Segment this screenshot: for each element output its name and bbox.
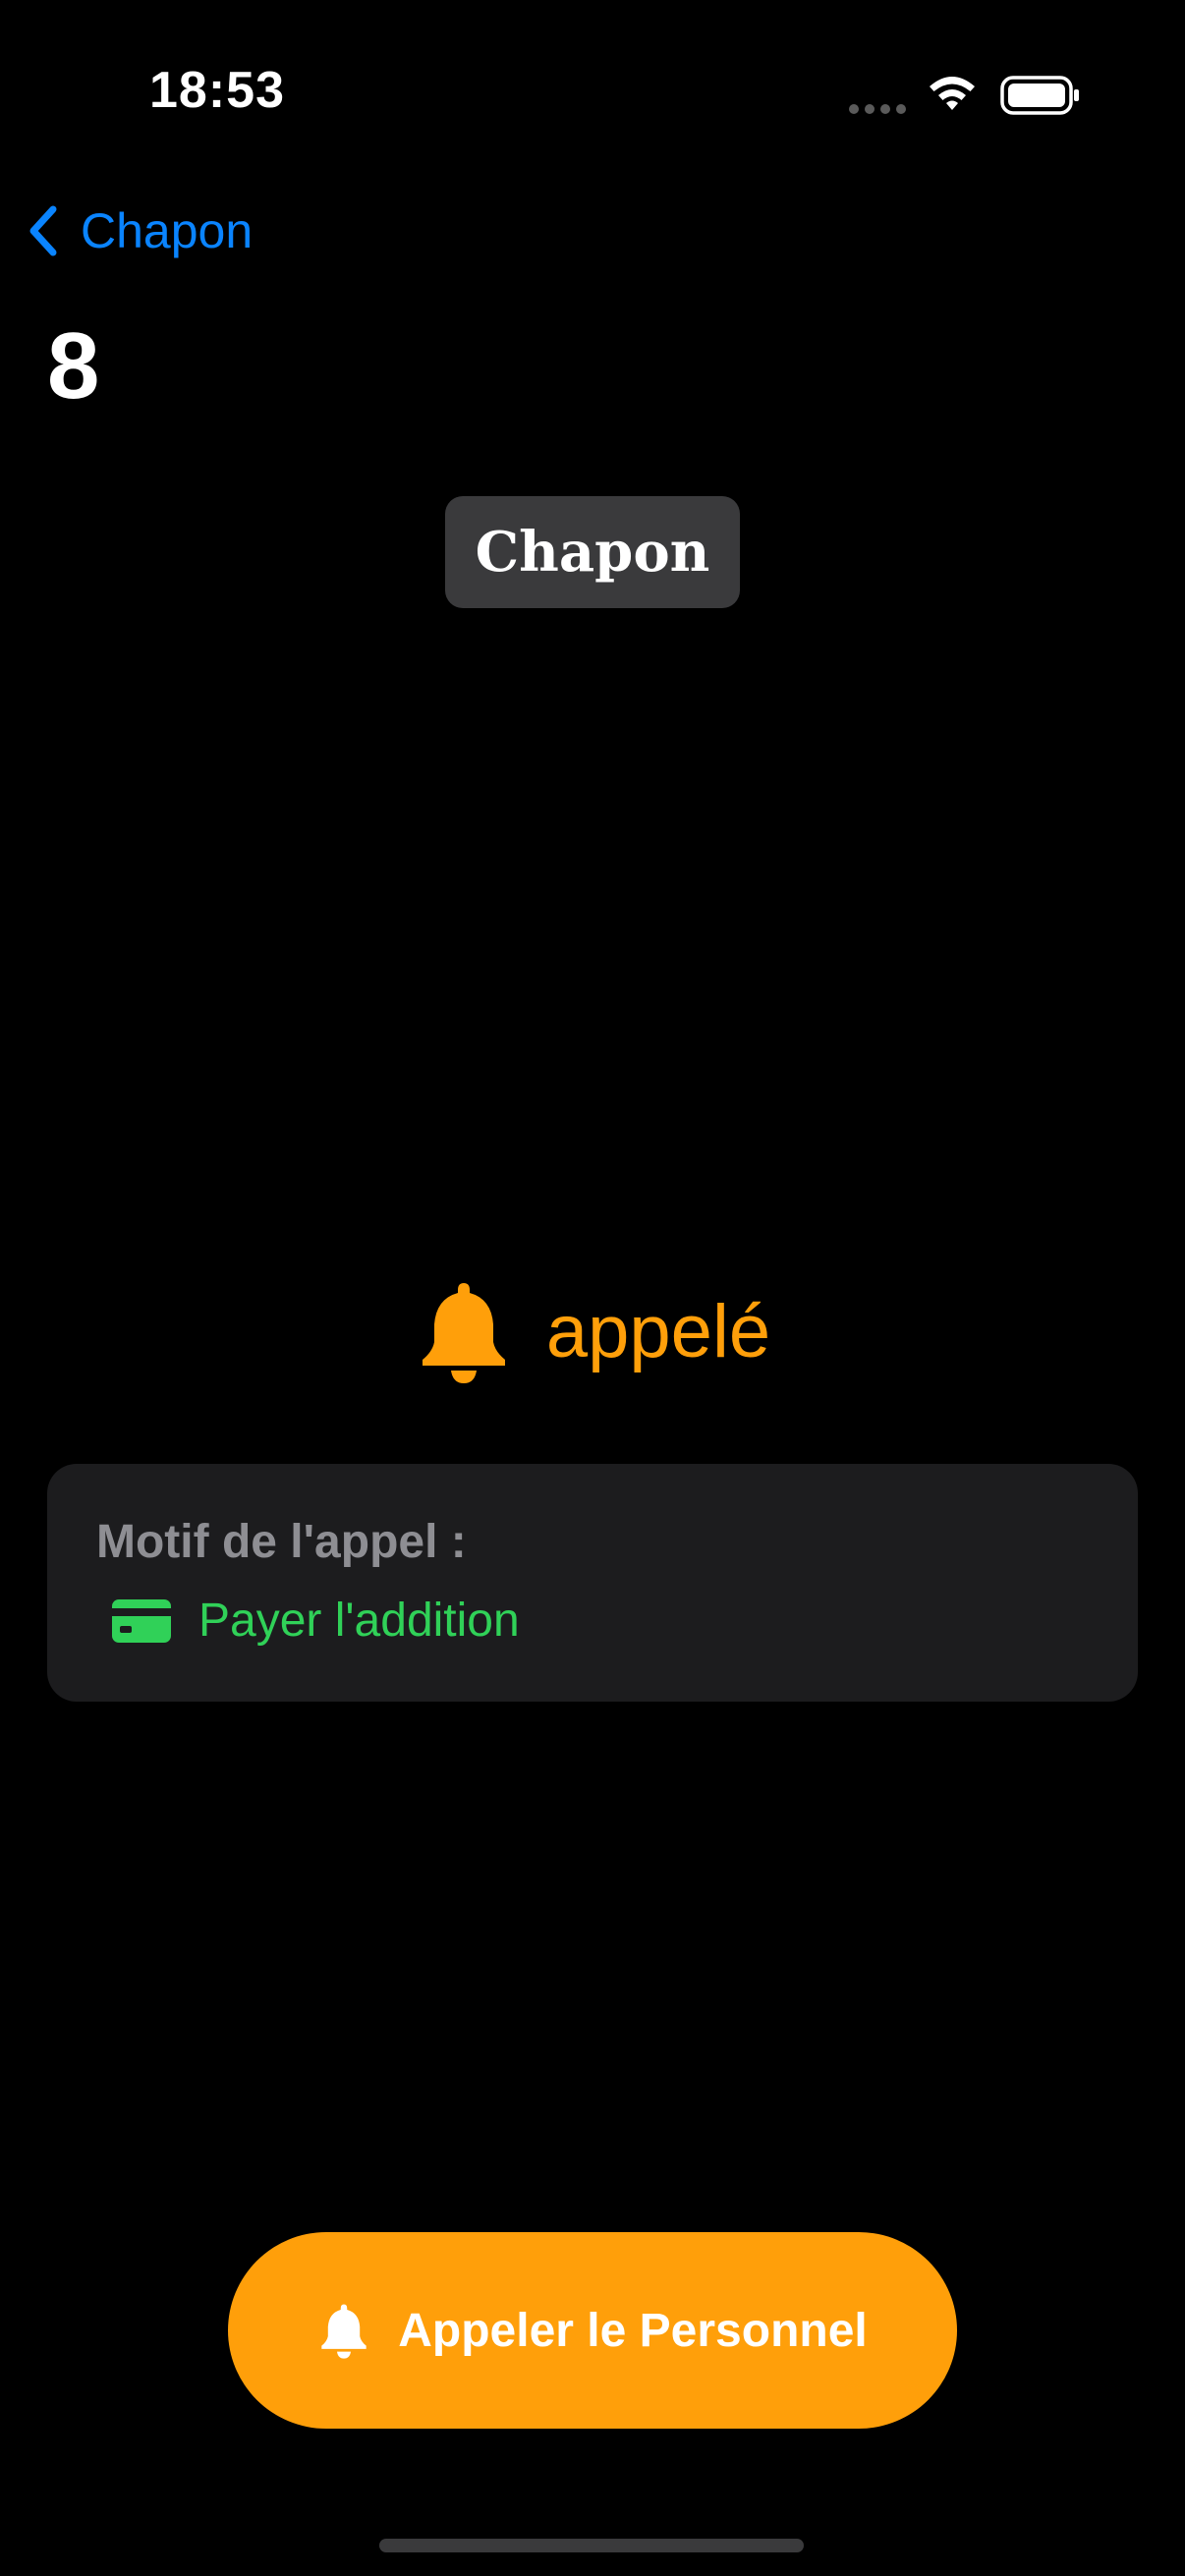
page-title: 8 — [47, 313, 100, 419]
status-time: 18:53 — [149, 62, 285, 119]
restaurant-name: Chapon — [475, 520, 710, 585]
call-reason-label: Payer l'addition — [198, 1595, 520, 1647]
restaurant-name-badge: Chapon — [445, 496, 740, 608]
call-reason-card: Motif de l'appel : Payer l'addition — [47, 1464, 1138, 1702]
call-staff-button-label: Appeler le Personnel — [398, 2304, 868, 2357]
screen: 18:53 Chapon 8 Chapon appelé Motif de l'… — [0, 0, 1185, 2576]
bell-icon — [321, 2304, 367, 2359]
bell-icon — [422, 1283, 505, 1383]
call-staff-button[interactable]: Appeler le Personnel — [228, 2232, 957, 2429]
chevron-left-icon — [29, 205, 57, 256]
call-reason-item: Payer l'addition — [112, 1594, 520, 1648]
battery-icon — [1000, 76, 1079, 115]
wifi-icon — [930, 77, 975, 110]
call-status-label: appelé — [545, 1289, 771, 1373]
home-indicator[interactable] — [379, 2539, 804, 2552]
cellular-signal-icon — [849, 104, 908, 114]
call-reason-title: Motif de l'appel : — [96, 1516, 467, 1568]
credit-card-icon — [112, 1598, 171, 1643]
back-button[interactable]: Chapon — [24, 196, 253, 265]
call-status: appelé — [0, 1267, 1185, 1395]
back-button-label: Chapon — [81, 203, 254, 258]
status-bar: 18:53 — [0, 0, 1185, 138]
